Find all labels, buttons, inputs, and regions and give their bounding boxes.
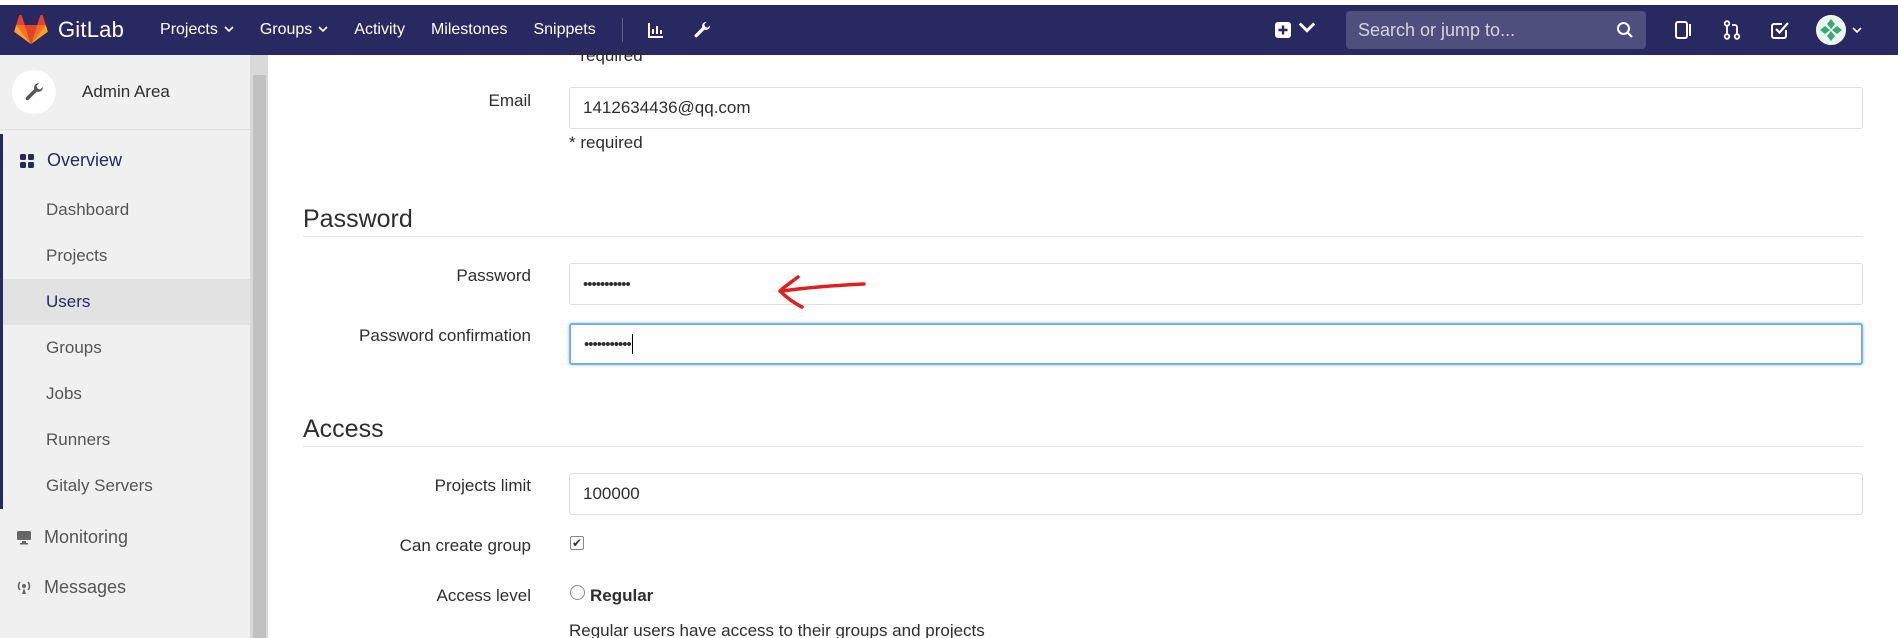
chevron-down-icon [1298,19,1316,42]
plus-square-icon [1275,22,1291,38]
nav-snippets-label: Snippets [533,21,596,38]
password-section-title: Password [303,205,413,233]
nav-projects[interactable]: Projects [160,21,234,39]
email-value: 1412634436@qq.com [583,98,751,117]
nav-groups-label: Groups [259,21,313,38]
top-navbar: GitLab Projects Groups Activity Mileston… [0,0,1898,55]
nav-milestones-label: Milestones [430,21,508,38]
sidebar-item-label: Projects [46,246,108,265]
password-value: ••••••••••• [583,275,631,293]
nav-projects-label: Projects [160,21,218,38]
sidebar-item-groups[interactable]: Groups [3,325,250,371]
avatar [1816,15,1846,45]
gitlab-logo-icon [14,15,48,45]
section-divider [303,446,1863,447]
email-label: Email [488,91,531,110]
nav-divider [621,18,623,42]
projects-limit-label: Projects limit [434,476,531,495]
section-divider [303,236,1863,237]
annotation-arrow-icon [778,275,866,309]
sidebar-item-dashboard[interactable]: Dashboard [3,187,250,233]
sidebar-item-jobs[interactable]: Jobs [3,371,250,417]
sidebar-item-label: Dashboard [46,200,130,219]
todo-icon[interactable] [1768,18,1792,42]
access-level-label: Access level [436,586,531,605]
sidebar-item-overview[interactable]: Overview [0,134,250,187]
nav-groups[interactable]: Groups [260,21,328,39]
access-level-regular-label: Regular [590,586,654,605]
password-confirmation-field[interactable]: ••••••••••• [569,323,1863,365]
sidebar-item-label: Overview [47,150,123,170]
sidebar-item-runners[interactable]: Runners [3,417,250,463]
search-icon [1617,22,1633,38]
email-field[interactable]: 1412634436@qq.com [569,87,1863,129]
brand-name: GitLab [58,17,125,42]
can-create-group-label: Can create group [399,536,531,555]
nav-activity[interactable]: Activity [354,21,405,39]
sidebar-item-users[interactable]: Users [3,279,250,325]
sidebar-item-monitoring[interactable]: Monitoring [0,509,250,565]
sidebar-item-label: Runners [46,430,111,449]
sidebar-item-label: Users [46,292,91,311]
sidebar-item-messages[interactable]: Messages [0,565,250,609]
can-create-group-checkbox[interactable]: ✔ [570,536,584,550]
sidebar-header[interactable]: Admin Area [0,55,250,130]
chart-icon[interactable] [645,19,667,41]
sidebar-item-gitaly-servers[interactable]: Gitaly Servers [3,463,250,509]
monitor-icon [17,531,31,545]
sidebar-item-label: Messages [44,576,127,597]
admin-sidebar: Admin Area Overview Dashboard Projects U… [0,55,250,638]
nav-milestones[interactable]: Milestones [431,21,507,39]
access-level-regular-radio[interactable] [570,585,585,600]
password-label: Password [456,266,531,285]
issues-icon[interactable] [1672,18,1696,42]
chevron-down-icon [224,24,234,36]
email-required-hint: * required [569,133,643,152]
sidebar-scrollbar-thumb[interactable] [253,75,266,638]
chevron-down-icon [318,24,328,36]
sidebar-submenu: Dashboard Projects Users Groups Jobs Run… [0,187,250,509]
sidebar-title: Admin Area [82,82,170,101]
search-input[interactable] [1358,19,1616,41]
search-box[interactable] [1346,11,1646,49]
nav-snippets[interactable]: Snippets [533,21,595,39]
sidebar-item-label: Gitaly Servers [46,476,153,495]
broadcast-icon [17,581,31,594]
gitlab-home-link[interactable]: GitLab [14,15,124,45]
user-menu[interactable] [1816,15,1862,45]
access-section-title: Access [303,415,384,443]
sidebar-item-label: Jobs [46,384,82,403]
sidebar-item-projects[interactable]: Projects [3,233,250,279]
sidebar-item-label: Groups [46,338,102,357]
wrench-icon [12,70,56,114]
name-required-hint: * required [569,46,643,65]
nav-activity-label: Activity [354,21,405,38]
sidebar-item-label: Monitoring [44,526,129,547]
password-confirmation-label: Password confirmation [359,326,531,345]
merge-request-icon[interactable] [1720,18,1744,42]
chevron-down-icon [1852,21,1862,39]
password-confirmation-value: ••••••••••• [584,335,632,353]
access-level-help: Regular users have access to their group… [569,621,985,638]
projects-limit-value: 100000 [583,484,640,503]
wrench-icon[interactable] [691,19,713,41]
password-field[interactable]: ••••••••••• [569,263,1863,305]
user-edit-form: * required Email 1412634436@qq.com * req… [268,46,1898,638]
projects-limit-field[interactable]: 100000 [569,473,1863,515]
grid-icon [20,153,34,168]
new-dropdown-button[interactable] [1274,19,1316,42]
text-cursor [631,334,633,354]
